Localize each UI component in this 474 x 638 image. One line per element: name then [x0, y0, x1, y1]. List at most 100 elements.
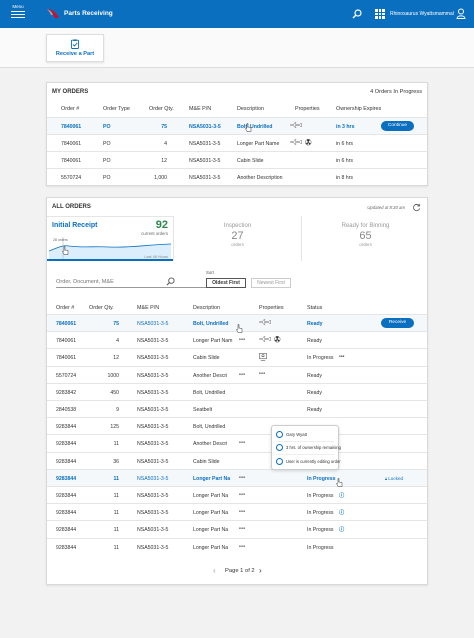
cell-status: Ready	[307, 389, 322, 396]
more-icon[interactable]: •••	[239, 492, 251, 498]
table-row[interactable]: 9283844 11 NSA5031-3-5 Longer Part Na ••• In …	[47, 520, 427, 537]
user-icon[interactable]	[456, 8, 466, 19]
cell-part-number: NSA5031-3-5	[137, 458, 169, 465]
cell-order: 7840061	[61, 124, 82, 130]
more-icon[interactable]: •••	[239, 440, 251, 446]
cell-order: 5570724	[61, 175, 82, 181]
column-header[interactable]: M&E P/N	[137, 305, 197, 311]
info-icon[interactable]: ⓘ	[339, 492, 351, 499]
airplane-icon	[259, 319, 271, 327]
cell-description: Another Descri	[193, 372, 228, 379]
table-row[interactable]: 2840538 9 NSA5031-3-5 Seatbelt Ready	[47, 400, 427, 417]
cell-qty: 1,000	[154, 175, 167, 181]
menu-label: Menu	[12, 4, 24, 9]
binning-sub: orders	[359, 242, 372, 247]
page-indicator: Page 1 of 2	[225, 568, 255, 574]
column-header[interactable]: Description	[237, 106, 299, 112]
user-name[interactable]: Rhinosaurus Wyattsmammal	[390, 11, 454, 17]
table-row[interactable]: 9283844 125 NSA5031-3-5 Bolt, Undrilled	[47, 417, 427, 434]
binning-card[interactable]: Ready for Binning 65 orders	[301, 216, 429, 261]
cell-part-number: NSA5031-3-5	[137, 355, 169, 362]
locked-indicator: 🔒︎ Locked	[385, 476, 415, 481]
cell-pn: NSA5031-3-5	[189, 175, 221, 181]
airplane-icon	[290, 139, 302, 147]
more-icon[interactable]: •••	[239, 475, 251, 481]
column-header[interactable]: Order Qty.	[149, 106, 179, 112]
column-header[interactable]: Status	[307, 305, 373, 311]
cell-expires: in 6 hrs	[336, 158, 354, 164]
column-header[interactable]: Properties	[259, 305, 309, 311]
prev-page-icon[interactable]: ‹	[213, 566, 216, 575]
inspection-sub: orders	[231, 242, 244, 247]
menu-button[interactable]: Menu	[9, 4, 27, 18]
clock-icon	[276, 444, 283, 452]
cell-qty: 450	[110, 389, 119, 396]
cell-part-number: NSA5031-3-5	[137, 407, 169, 413]
column-header[interactable]: Properties	[295, 106, 339, 112]
airplane-icon	[290, 122, 302, 130]
more-icon[interactable]: •••	[239, 372, 251, 378]
search-icon[interactable]	[352, 9, 362, 19]
more-icon[interactable]: •••	[239, 544, 251, 550]
cell-desc: Another Description	[237, 175, 283, 181]
app-title: Parts Receiving	[64, 10, 113, 17]
info-icon[interactable]: ⓘ	[339, 509, 351, 516]
table-row[interactable]: 7840061 4 NSA5031-3-5 Longer Part Nam ••• Rea…	[47, 331, 427, 348]
cell-properties: •••	[259, 371, 303, 377]
cell-status: Ready	[307, 338, 322, 345]
cell-desc: Cabin Slide	[237, 158, 264, 164]
table-row[interactable]: 5570724 PO 1,000 NSA5031-3-5 Another Descrip…	[47, 168, 427, 185]
tooltip-user-row: Gary Wyatt	[276, 430, 307, 439]
column-header[interactable]: Order Type	[103, 106, 149, 112]
table-row[interactable]: 9283844 36 NSA5031-3-5 Cabin Slide	[47, 451, 427, 469]
continue-button[interactable]: Continue	[381, 121, 414, 131]
table-row[interactable]: 9283844 11 NSA5031-3-5 Longer Part Na ••• In …	[47, 537, 427, 555]
my-orders-title: MY ORDERS	[52, 89, 89, 95]
more-icon[interactable]: •••	[339, 354, 351, 360]
info-icon[interactable]: ⓘ	[339, 526, 351, 533]
column-header[interactable]: Ownership Expires	[336, 106, 392, 112]
column-header[interactable]: Description	[193, 305, 259, 311]
table-row[interactable]: 9283842 450 NSA5031-3-5 Bolt, Undrilled Read…	[47, 382, 427, 400]
cell-qty: 4	[116, 338, 119, 345]
table-row[interactable]: 9283844 11 NSA5031-3-5 Longer Part Na ••• In …	[47, 486, 427, 503]
table-row[interactable]: 9283844 11 NSA5031-3-5 Another Descri •••	[47, 434, 427, 451]
table-row[interactable]: 7840061 PO 75 NSA5031-3-5 Bolt, Undrilled in …	[47, 117, 427, 134]
receive-part-button[interactable]: Receive a Part	[46, 34, 104, 62]
sort-newest-button[interactable]: Newest First	[251, 278, 291, 288]
cell-expires: in 3 hrs	[336, 124, 355, 130]
app-grid-icon[interactable]	[375, 9, 385, 19]
radiation-icon	[274, 336, 281, 345]
column-header[interactable]: Order #	[61, 106, 107, 112]
radiation-icon	[305, 139, 312, 148]
table-row[interactable]: 7840061 PO 4 NSA5031-3-5 Longer Part Name in …	[47, 134, 427, 151]
more-icon[interactable]: •••	[239, 526, 251, 532]
table-row[interactable]: 9283844 11 NSA5031-3-5 Longer Part Na ••• In …	[47, 468, 427, 486]
cell-expires: in 6 hrs	[336, 141, 354, 147]
refresh-icon[interactable]	[412, 203, 421, 212]
table-row[interactable]: 7840061 12 NSA5031-3-5 Cabin Slide In Progre…	[47, 348, 427, 365]
receive-button[interactable]: Receive	[381, 318, 414, 328]
next-page-icon[interactable]: ›	[259, 566, 262, 575]
cell-properties	[290, 139, 330, 148]
cell-part-number: NSA5031-3-5	[137, 424, 169, 431]
table-row[interactable]: 9283844 11 NSA5031-3-5 Longer Part Na ••• In …	[47, 503, 427, 520]
cell-qty: 75	[161, 124, 167, 130]
search-icon[interactable]	[166, 277, 175, 286]
cell-status: Ready	[307, 321, 323, 327]
more-icon[interactable]: •••	[239, 509, 251, 515]
order-search-input[interactable]	[56, 276, 220, 288]
hand-cursor-icon	[245, 123, 252, 132]
table-row[interactable]: 7840061 PO 12 NSA5031-3-5 Cabin Slide in 6 hr…	[47, 151, 427, 168]
cell-properties	[290, 122, 330, 130]
table-row[interactable]: 5570724 1000 NSA5031-3-5 Another Descri ••• •…	[47, 365, 427, 383]
sort-oldest-button[interactable]: Oldest First	[206, 278, 246, 288]
cell-qty: 11	[113, 493, 119, 499]
column-header[interactable]: Order Qty.	[89, 305, 125, 311]
cell-qty: 11	[113, 475, 119, 482]
column-header[interactable]: M&E P/N	[189, 106, 241, 112]
cell-qty: 9	[116, 407, 119, 413]
inspection-card[interactable]: Inspection 27 orders	[173, 216, 301, 261]
cell-pn: NSA5031-3-5	[189, 124, 221, 130]
more-icon[interactable]: •••	[239, 337, 251, 343]
